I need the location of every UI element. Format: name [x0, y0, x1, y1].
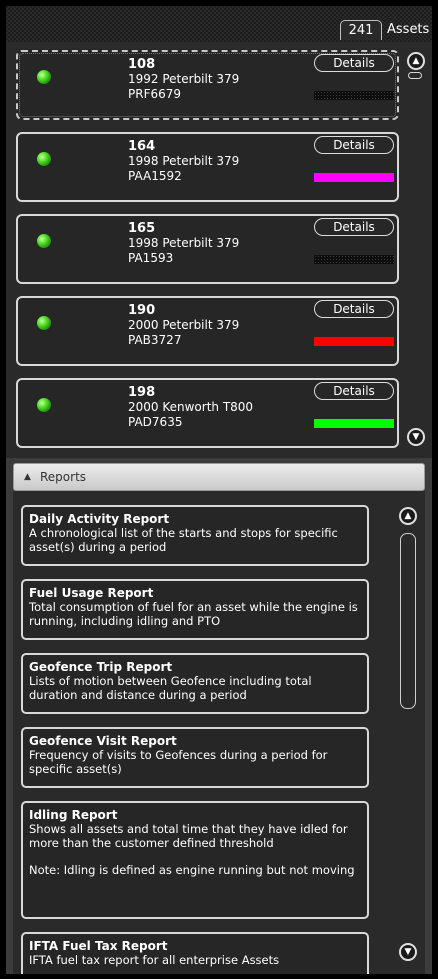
asset-list: 108 1992 Peterbilt 379 PRF6679 Details 1… [6, 42, 432, 456]
details-button[interactable]: Details [314, 382, 394, 400]
asset-number: 165 [128, 221, 156, 236]
report-note: Note: Idling is defined as engine runnin… [29, 863, 355, 877]
report-description: Frequency of visits to Geofences during … [29, 748, 328, 776]
report-item[interactable]: Daily Activity Report A chronological li… [21, 505, 369, 566]
scroll-down-icon[interactable]: ▼ [407, 428, 425, 446]
collapse-triangle-icon: ▲ [24, 472, 31, 482]
asset-number: 108 [128, 57, 156, 72]
reports-scroll-down-icon[interactable]: ▼ [399, 943, 417, 961]
asset-color-bar [314, 91, 394, 100]
asset-plate: PAD7635 [128, 415, 183, 429]
report-title: Geofence Trip Report [29, 660, 173, 674]
asset-card[interactable]: 190 2000 Peterbilt 379 PAB3727 Details [16, 296, 399, 366]
asset-color-bar [314, 255, 394, 264]
asset-color-bar [314, 173, 394, 182]
reports-header-label: Reports [40, 470, 87, 484]
asset-number: 190 [128, 303, 156, 318]
report-description: Total consumption of fuel for an asset w… [29, 600, 358, 628]
asset-color-bar [314, 337, 394, 346]
report-title: Fuel Usage Report [29, 586, 154, 600]
report-title: Daily Activity Report [29, 512, 170, 526]
report-item[interactable]: Geofence Visit Report Frequency of visit… [21, 727, 369, 788]
app-window: 241 Assets 108 1992 Peterbilt 379 PRF667… [6, 6, 432, 974]
asset-number: 198 [128, 385, 156, 400]
asset-card[interactable]: 165 1998 Peterbilt 379 PA1593 Details [16, 214, 399, 284]
report-title: Idling Report [29, 808, 118, 822]
asset-model: 2000 Peterbilt 379 [128, 318, 240, 332]
details-button[interactable]: Details [314, 300, 394, 318]
asset-model: 1992 Peterbilt 379 [128, 72, 240, 86]
asset-count-tab[interactable]: 241 [340, 20, 382, 40]
reports-header[interactable]: ▲ Reports [13, 463, 425, 491]
report-description: Lists of motion between Geofence includi… [29, 674, 312, 702]
asset-model: 2000 Kenworth T800 [128, 400, 254, 414]
report-description: Shows all assets and total time that the… [29, 822, 348, 850]
status-dot-icon [37, 70, 51, 84]
asset-color-bar [314, 419, 394, 428]
report-title: IFTA Fuel Tax Report [29, 939, 168, 953]
reports-list: Daily Activity Report A chronological li… [13, 491, 425, 974]
status-dot-icon [37, 152, 51, 166]
reports-scroll-up-icon[interactable]: ▲ [399, 507, 417, 525]
reports-panel: ▲ Reports Daily Activity Report A chrono… [6, 458, 432, 974]
asset-number: 164 [128, 139, 156, 154]
details-button[interactable]: Details [314, 218, 394, 236]
asset-scrollbar-thumb[interactable] [408, 72, 422, 79]
report-item[interactable]: Geofence Trip Report Lists of motion bet… [21, 653, 369, 714]
asset-card[interactable]: 164 1998 Peterbilt 379 PAA1592 Details [16, 132, 399, 202]
asset-model: 1998 Peterbilt 379 [128, 236, 240, 250]
asset-card[interactable]: 198 2000 Kenworth T800 PAD7635 Details [16, 378, 399, 448]
status-dot-icon [37, 234, 51, 248]
top-bar: 241 Assets [6, 6, 432, 42]
status-dot-icon [37, 316, 51, 330]
assets-label: Assets [387, 22, 430, 37]
asset-plate: PRF6679 [128, 87, 182, 101]
report-title: Geofence Visit Report [29, 734, 177, 748]
report-item[interactable]: IFTA Fuel Tax Report IFTA fuel tax repor… [21, 932, 369, 974]
asset-plate: PA1593 [128, 251, 174, 265]
scroll-up-icon[interactable]: ▲ [407, 52, 425, 70]
asset-card[interactable]: 108 1992 Peterbilt 379 PRF6679 Details [16, 50, 399, 120]
details-button[interactable]: Details [314, 136, 394, 154]
report-description: A chronological list of the starts and s… [29, 526, 338, 554]
asset-plate: PAB3727 [128, 333, 182, 347]
asset-model: 1998 Peterbilt 379 [128, 154, 240, 168]
details-button[interactable]: Details [314, 54, 394, 72]
report-item[interactable]: Idling Report Shows all assets and total… [21, 801, 369, 919]
report-description: IFTA fuel tax report for all enterprise … [29, 953, 280, 967]
status-dot-icon [37, 398, 51, 412]
reports-scrollbar-thumb[interactable] [400, 533, 416, 709]
report-item[interactable]: Fuel Usage Report Total consumption of f… [21, 579, 369, 640]
asset-plate: PAA1592 [128, 169, 182, 183]
